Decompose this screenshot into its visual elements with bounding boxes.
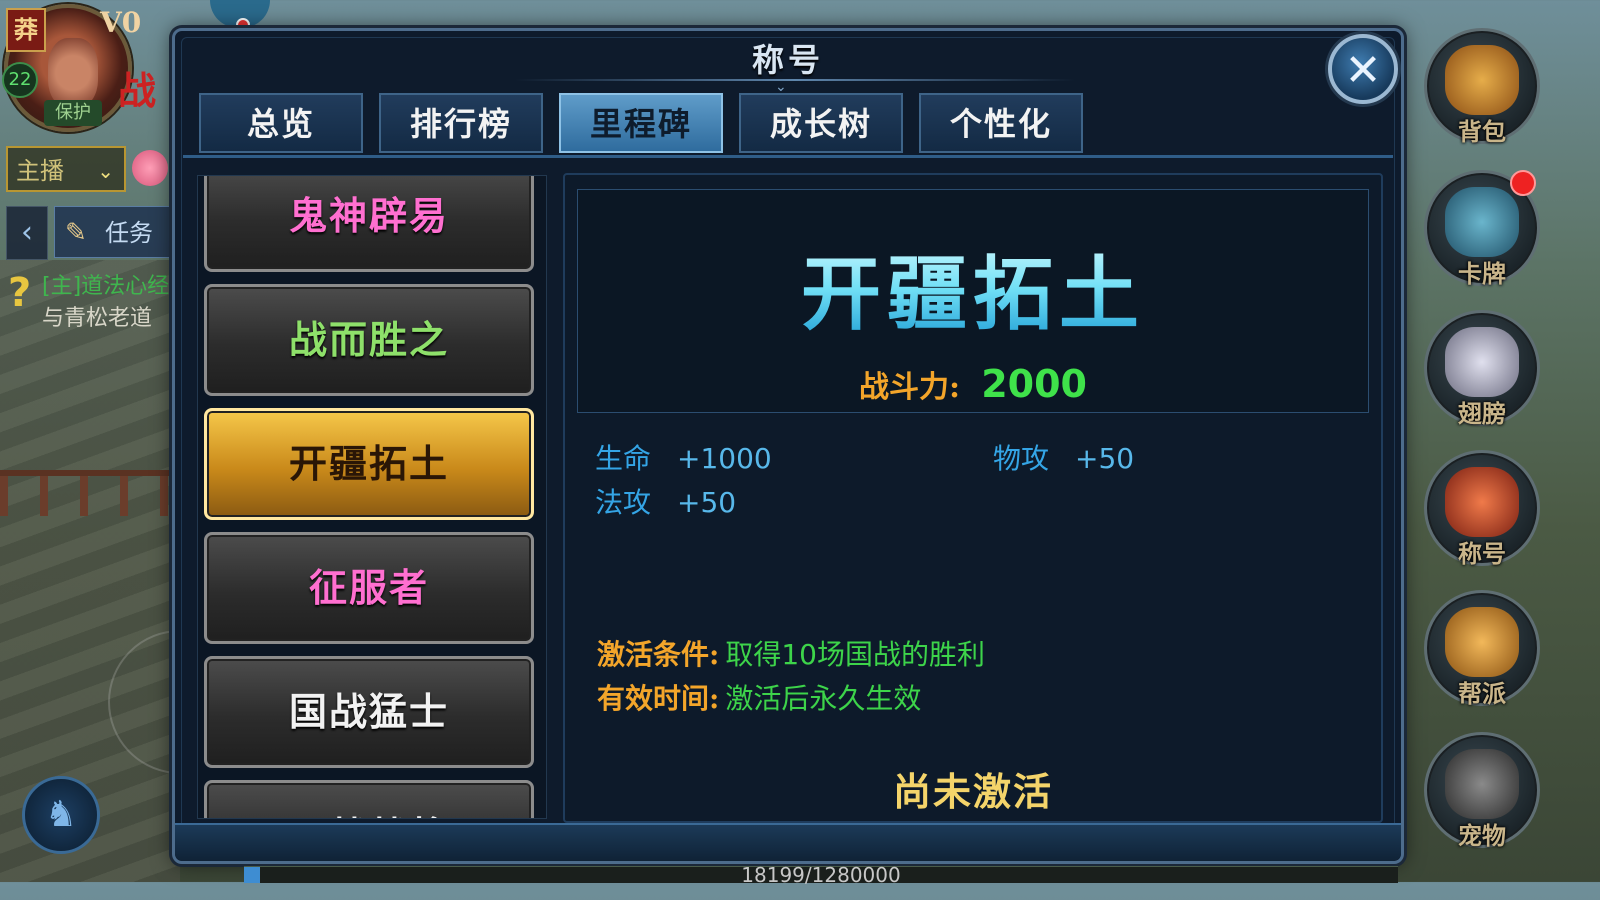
tab-ranking[interactable]: 排行榜	[379, 93, 543, 153]
quest-sub-text[interactable]: 与青松老道	[42, 300, 152, 332]
notification-dot	[1510, 170, 1536, 196]
side-menu-label: 翅膀	[1458, 399, 1506, 428]
stat-value: +50	[677, 486, 737, 519]
side-menu-guild[interactable]: 帮派	[1424, 590, 1540, 708]
side-menu-label: 背包	[1458, 117, 1506, 146]
stat-value: +50	[1075, 442, 1135, 475]
scroll-icon: ✎	[65, 218, 87, 248]
broadcast-dropdown[interactable]: 主播 ⌄	[6, 146, 126, 192]
player-tag: 莽	[6, 8, 46, 52]
title-icon	[1445, 467, 1519, 537]
title-divider	[515, 79, 1075, 81]
power-label: 战斗力:	[859, 370, 961, 405]
dialog-title: 称号	[751, 41, 824, 79]
tab-growth-tree[interactable]: 成长树	[739, 93, 903, 153]
tab-personalize[interactable]: 个性化	[919, 93, 1083, 153]
tab-underline	[183, 155, 1393, 158]
side-menu-wings[interactable]: 翅膀	[1424, 310, 1540, 428]
quest-question-icon: ?	[8, 270, 32, 316]
wings-icon	[1445, 327, 1519, 397]
tab-overview[interactable]: 总览	[199, 93, 363, 153]
side-menu-label: 称号	[1458, 539, 1506, 568]
stat-value: +1000	[677, 442, 772, 475]
title-detail-panel: 开疆拓土 战斗力: 2000 生命 +1000 物攻 +50 法攻 +50 激活条件:…	[563, 173, 1383, 823]
list-item[interactable]: 征服者	[204, 532, 534, 644]
condition-label: 激活条件:	[597, 638, 720, 671]
list-item-selected[interactable]: 开疆拓土	[204, 408, 534, 520]
title-list[interactable]: 鬼神辟易 战而胜之 开疆拓土 征服者 国战猛士 三战战将	[197, 175, 547, 819]
stat-key: 法攻	[595, 486, 652, 519]
title-dialog: 称号 ⌄ 总览 排行榜 里程碑 成长树 个性化 鬼神辟易 战而胜之 开疆拓土 征…	[172, 28, 1404, 864]
chevron-down-icon: ⌄	[97, 159, 114, 183]
side-menu-title[interactable]: 称号	[1424, 450, 1540, 568]
activation-status: 尚未激活	[892, 769, 1053, 814]
power-value: 2000	[981, 362, 1087, 406]
stat-physical-attack: 物攻 +50	[993, 437, 1134, 477]
vip-level[interactable]: V0	[100, 6, 141, 39]
battle-banner: 战	[118, 68, 157, 113]
cards-icon	[1445, 187, 1519, 257]
tab-milestone[interactable]: 里程碑	[559, 93, 723, 153]
side-menu-label: 宠物	[1458, 821, 1506, 850]
list-item[interactable]: 鬼神辟易	[204, 176, 534, 272]
list-item[interactable]: 战而胜之	[204, 284, 534, 396]
side-menu-bag[interactable]: 背包	[1424, 28, 1540, 146]
broadcast-label: 主播	[16, 157, 64, 185]
detail-header: 开疆拓土 战斗力: 2000	[577, 189, 1369, 413]
valid-duration: 有效时间: 激活后永久生效	[597, 677, 921, 717]
stat-hp: 生命 +1000	[595, 437, 772, 477]
experience-bar: 18199/1280000	[244, 863, 1398, 887]
bag-icon	[1445, 45, 1519, 115]
dialog-bottom-ornament	[175, 823, 1401, 861]
pet-icon	[1445, 749, 1519, 819]
condition-value: 取得10场国战的胜利	[725, 638, 985, 671]
task-button[interactable]: ✎ 任务	[54, 206, 174, 258]
stat-key: 物攻	[993, 442, 1050, 475]
protect-badge: 保护	[44, 100, 102, 126]
player-level: 22	[2, 62, 38, 98]
stat-magic-attack: 法攻 +50	[595, 481, 736, 521]
collapse-arrow-icon[interactable]: ‹	[6, 206, 48, 260]
stat-key: 生命	[595, 442, 652, 475]
candy-icon[interactable]	[132, 150, 168, 186]
task-label: 任务	[105, 219, 153, 247]
duration-label: 有效时间:	[597, 682, 720, 715]
list-item[interactable]: 国战猛士	[204, 656, 534, 768]
side-menu-pet[interactable]: 宠物	[1424, 732, 1540, 850]
close-button[interactable]: ✕	[1328, 34, 1398, 104]
guild-icon	[1445, 607, 1519, 677]
side-menu-label: 帮派	[1458, 679, 1506, 708]
fence-decoration	[0, 470, 175, 516]
avatar-face	[48, 38, 98, 108]
quest-main-text[interactable]: [主]道法心经	[42, 268, 169, 300]
list-item[interactable]: 三战战将	[204, 780, 534, 818]
mount-icon[interactable]: ♞	[22, 776, 100, 854]
detail-title: 开疆拓土	[578, 230, 1368, 346]
activation-condition: 激活条件: 取得10场国战的胜利	[597, 633, 985, 673]
duration-value: 激活后永久生效	[725, 682, 922, 715]
experience-text: 18199/1280000	[741, 863, 901, 887]
side-menu-label: 卡牌	[1458, 259, 1506, 288]
power-row: 战斗力: 2000	[578, 362, 1368, 406]
